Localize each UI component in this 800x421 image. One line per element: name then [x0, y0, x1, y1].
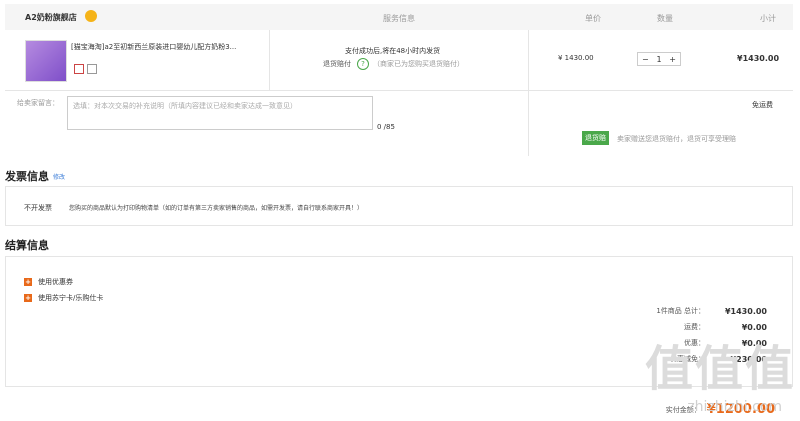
subtotal-value: ¥1430.00: [737, 54, 780, 63]
product-title[interactable]: [猫宝海淘]a2至初新西兰原装进口婴幼儿配方奶粉3...: [71, 42, 236, 52]
invoice-box: 不开发票 您购买的商品默认为打印购物清单（如的订单有第三方卖家销售的商品，如需开…: [5, 186, 793, 226]
delivery-note: 支付成功后,将在48小时内发货: [345, 47, 441, 55]
return-note: （商家已为您购买退货赔付）: [373, 60, 464, 68]
minus-button[interactable]: −: [642, 55, 649, 64]
header-price: 单价: [585, 14, 601, 23]
store-header: A2奶粉旗舰店 服务信息 单价 数量 小计: [5, 4, 793, 31]
item-count-label: 1件商品 总计：: [656, 307, 705, 315]
return-badge: 退货赔: [582, 131, 609, 145]
coupon-label: 使用优惠券: [38, 278, 73, 286]
service-icon: [74, 64, 84, 74]
watermark-logo: 值值值: [644, 341, 795, 397]
coupon-toggle[interactable]: + 使用优惠券: [24, 277, 73, 287]
card-toggle[interactable]: + 使用苏宁卡/乐购仕卡: [24, 293, 103, 303]
char-counter: 0 /85: [377, 123, 395, 131]
plus-icon: +: [24, 278, 32, 286]
watermark-url: zhizhizhi.com: [687, 399, 782, 415]
summary-total-row: 1件商品 总计： ¥1430.00: [656, 306, 767, 316]
store-badge-icon: [85, 10, 97, 22]
settle-title: 结算信息: [5, 239, 49, 252]
total-value: ¥1430.00: [724, 306, 767, 316]
invoice-note: 您购买的商品默认为打印购物清单（如的订单有第三方卖家销售的商品，如需开发票，请自…: [69, 205, 364, 212]
help-icon[interactable]: ?: [357, 58, 369, 70]
service-icon: [87, 64, 97, 74]
message-label: 给卖家留言：: [17, 99, 59, 107]
product-thumbnail[interactable]: [25, 40, 67, 82]
return-label: 退货赔付: [323, 60, 351, 68]
message-textarea[interactable]: 选填：对本次交易的补充说明（所填内容建议已经和卖家达成一致意见）: [67, 96, 373, 130]
unit-price: ¥ 1430.00: [558, 54, 594, 62]
quantity-value[interactable]: 1: [656, 55, 661, 64]
shipping-free: 免运费: [752, 101, 773, 109]
header-qty: 数量: [657, 14, 673, 23]
plus-icon: +: [24, 294, 32, 302]
plus-button[interactable]: +: [669, 55, 676, 64]
quantity-stepper[interactable]: − 1 +: [637, 52, 681, 66]
header-subtotal: 小计: [760, 14, 776, 23]
badge-note: 卖家赠送您退货赔付，退货可享受理赔: [617, 135, 736, 143]
header-service: 服务信息: [383, 14, 415, 23]
message-row: 给卖家留言： 选填：对本次交易的补充说明（所填内容建议已经和卖家达成一致意见） …: [5, 90, 793, 156]
invoice-type: 不开发票: [24, 204, 52, 212]
card-label: 使用苏宁卡/乐购仕卡: [38, 294, 104, 302]
product-row: [猫宝海淘]a2至初新西兰原装进口婴幼儿配方奶粉3... 支付成功后,将在48小…: [5, 30, 793, 91]
store-name[interactable]: A2奶粉旗舰店: [25, 12, 77, 23]
invoice-edit-link[interactable]: 修改: [53, 172, 65, 181]
invoice-title: 发票信息: [5, 170, 49, 183]
